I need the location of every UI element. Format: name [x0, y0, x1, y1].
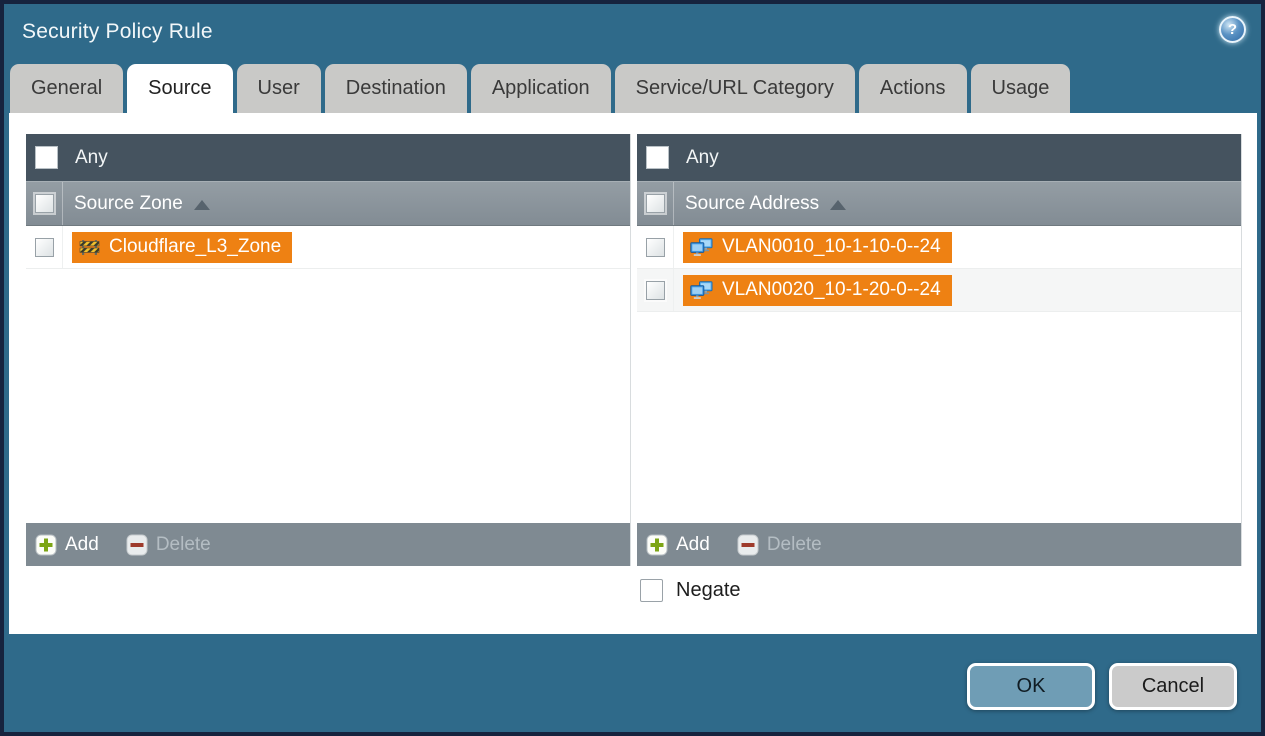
address-group-icon: [690, 237, 713, 256]
tab-source[interactable]: Source: [127, 64, 233, 113]
source-address-header-label[interactable]: Source Address: [685, 193, 819, 215]
delete-label: Delete: [155, 533, 211, 555]
negate-label: Negate: [676, 579, 741, 601]
source-zone-footer: Add Delete: [26, 523, 630, 566]
source-address-column-header: Source Address: [637, 181, 1241, 226]
source-zone-delete-button[interactable]: Delete: [126, 534, 211, 556]
tab-user[interactable]: User: [236, 64, 321, 113]
dialog-titlebar: Security Policy Rule ?: [4, 4, 1261, 60]
negate-row: Negate: [9, 579, 1257, 602]
row-checkbox-cell: [637, 269, 674, 311]
source-address-select-all-cell: [637, 182, 674, 225]
tab-strip: General Source User Destination Applicat…: [4, 60, 1261, 113]
zone-name: Cloudflare_L3_Zone: [109, 236, 282, 257]
dialog-title: Security Policy Rule: [22, 20, 213, 43]
address-name: VLAN0010_10-1-10-0--24: [722, 236, 941, 257]
zone-chip[interactable]: Cloudflare_L3_Zone: [72, 231, 293, 263]
add-icon: [35, 534, 57, 555]
table-row[interactable]: Cloudflare_L3_Zone: [26, 226, 630, 269]
source-zone-panel: Any Source Zone Cloudflare_L3_Zone Add D…: [26, 134, 631, 566]
table-row[interactable]: VLAN0020_10-1-20-0--24: [637, 269, 1241, 312]
dialog-button-bar: OK Cancel: [967, 663, 1237, 710]
source-zone-select-all-checkbox[interactable]: [34, 194, 54, 213]
source-address-add-button[interactable]: Add: [646, 534, 710, 556]
security-policy-rule-dialog: { "dialog": { "title": "Security Policy …: [0, 0, 1265, 736]
table-row[interactable]: VLAN0010_10-1-10-0--24: [637, 226, 1241, 269]
source-address-any-label: Any: [686, 146, 719, 168]
source-address-rows: VLAN0010_10-1-10-0--24 VLAN0020_10-1-20-…: [637, 226, 1241, 523]
delete-icon: [126, 534, 148, 555]
tab-destination[interactable]: Destination: [324, 64, 467, 113]
tab-actions[interactable]: Actions: [858, 64, 967, 113]
source-zone-rows: Cloudflare_L3_Zone: [26, 226, 630, 523]
delete-icon: [737, 534, 759, 555]
row-checkbox[interactable]: [645, 280, 665, 300]
source-zone-column-header: Source Zone: [26, 181, 630, 226]
row-checkbox[interactable]: [645, 237, 665, 257]
source-address-panel: Any Source Address VLAN0010_10-1-10-0--2…: [637, 134, 1242, 566]
source-address-select-all-checkbox[interactable]: [645, 194, 665, 213]
panels-container: Any Source Zone Cloudflare_L3_Zone Add D…: [9, 134, 1257, 566]
row-checkbox-cell: [637, 226, 674, 268]
source-zone-add-button[interactable]: Add: [35, 534, 99, 556]
address-chip[interactable]: VLAN0020_10-1-20-0--24: [683, 274, 952, 306]
negate-checkbox[interactable]: [640, 579, 663, 602]
row-checkbox[interactable]: [34, 237, 54, 257]
delete-label: Delete: [766, 533, 822, 555]
source-tab-content: Any Source Zone Cloudflare_L3_Zone Add D…: [9, 113, 1257, 634]
tab-general[interactable]: General: [10, 64, 124, 113]
source-address-delete-button[interactable]: Delete: [737, 534, 822, 556]
source-zone-any-label: Any: [75, 146, 108, 168]
source-address-footer: Add Delete: [637, 523, 1241, 566]
tab-application[interactable]: Application: [470, 64, 611, 113]
row-checkbox-cell: [26, 226, 63, 268]
source-zone-select-all-cell: [26, 182, 63, 225]
sort-ascending-icon[interactable]: [193, 199, 210, 210]
tab-usage[interactable]: Usage: [970, 64, 1071, 113]
zone-icon: [79, 239, 100, 255]
cancel-button[interactable]: Cancel: [1109, 663, 1237, 710]
source-zone-header-label[interactable]: Source Zone: [74, 193, 183, 215]
address-group-icon: [690, 280, 713, 299]
address-name: VLAN0020_10-1-20-0--24: [722, 279, 941, 300]
help-icon[interactable]: ?: [1219, 16, 1246, 43]
tab-service-url-category[interactable]: Service/URL Category: [614, 64, 855, 113]
ok-button[interactable]: OK: [967, 663, 1095, 710]
add-label: Add: [65, 533, 99, 555]
source-address-any-checkbox[interactable]: [646, 146, 669, 169]
address-chip[interactable]: VLAN0010_10-1-10-0--24: [683, 231, 952, 263]
add-icon: [646, 534, 668, 555]
add-label: Add: [676, 533, 710, 555]
source-zone-any-checkbox[interactable]: [35, 146, 58, 169]
help-glyph: ?: [1227, 21, 1238, 38]
sort-ascending-icon[interactable]: [830, 199, 847, 210]
source-address-any-bar: Any: [637, 134, 1241, 181]
source-zone-any-bar: Any: [26, 134, 630, 181]
